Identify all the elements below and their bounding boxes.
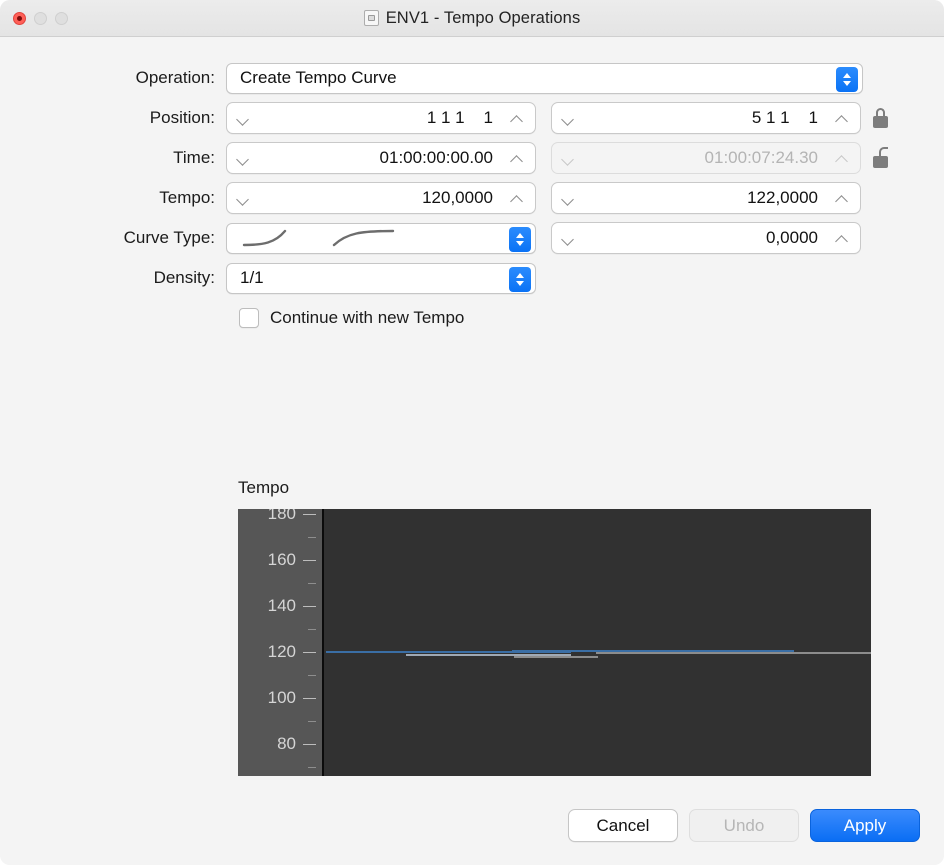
chevron-up-icon[interactable] (836, 232, 849, 245)
chevron-down-icon[interactable] (562, 112, 575, 125)
lock-closed-icon[interactable] (872, 107, 889, 129)
chevron-up-icon (836, 152, 849, 165)
continue-tempo-row: Continue with new Tempo (0, 298, 944, 338)
curve-type-label: Curve Type: (0, 228, 226, 248)
tempo-from-value: 120,0000 (250, 188, 511, 208)
ease-in-curve-icon (241, 227, 325, 249)
curve-amount-stepper[interactable]: 0,0000 (551, 222, 861, 254)
chevron-updown-icon[interactable] (509, 267, 531, 292)
chevron-down-icon[interactable] (562, 192, 575, 205)
minimize-button[interactable] (34, 12, 47, 25)
ease-out-curve-icon (331, 227, 415, 249)
operation-label: Operation: (0, 68, 226, 88)
tempo-graph[interactable]: 180 160 140 120 100 80 (238, 509, 871, 776)
position-to-value: 5 1 1 1 (575, 108, 836, 128)
time-label: Time: (0, 148, 226, 168)
operation-popup[interactable]: Create Tempo Curve (226, 63, 863, 94)
chevron-up-icon[interactable] (836, 112, 849, 125)
window-titlebar: ENV1 - Tempo Operations (0, 0, 944, 37)
density-popup[interactable]: 1/1 (226, 263, 536, 294)
tempo-reference-line (596, 652, 871, 654)
tempo-reference-line (514, 656, 598, 658)
position-to-stepper[interactable]: 5 1 1 1 (551, 102, 861, 134)
chevron-up-icon[interactable] (511, 152, 524, 165)
curve-type-row: Curve Type: (0, 218, 944, 258)
maximize-button[interactable] (55, 12, 68, 25)
dialog-buttons: Cancel Undo Apply (568, 809, 920, 842)
window-title: ENV1 - Tempo Operations (386, 9, 581, 28)
operation-value: Create Tempo Curve (240, 68, 397, 88)
chevron-up-icon[interactable] (511, 112, 524, 125)
position-from-stepper[interactable]: 1 1 1 1 (226, 102, 536, 134)
continue-tempo-label[interactable]: Continue with new Tempo (270, 308, 464, 328)
tick-label-120: 120 (268, 642, 296, 662)
tempo-label: Tempo: (0, 188, 226, 208)
document-icon (364, 10, 379, 26)
time-from-value: 01:00:00:00.00 (250, 148, 511, 168)
tempo-operations-window: ENV1 - Tempo Operations Operation: Creat… (0, 0, 944, 865)
tempo-graph-title: Tempo (238, 478, 871, 498)
time-row: Time: 01:00:00:00.00 01:00:07:24.30 (0, 138, 944, 178)
tick-label-180: 180 (268, 509, 296, 524)
chevron-down-icon[interactable] (237, 192, 250, 205)
density-label: Density: (0, 268, 226, 288)
operation-row: Operation: Create Tempo Curve (0, 58, 944, 98)
tempo-to-stepper[interactable]: 122,0000 (551, 182, 861, 214)
chevron-down-icon (562, 152, 575, 165)
lock-open-icon[interactable] (872, 147, 889, 169)
tick-label-100: 100 (268, 688, 296, 708)
traffic-lights (0, 12, 68, 25)
chevron-down-icon[interactable] (237, 152, 250, 165)
tempo-row: Tempo: 120,0000 122,0000 (0, 178, 944, 218)
density-value: 1/1 (240, 268, 264, 288)
chevron-up-icon[interactable] (836, 192, 849, 205)
chevron-updown-icon[interactable] (509, 227, 531, 252)
tempo-graph-section: Tempo 180 160 140 120 10 (238, 478, 871, 776)
continue-tempo-checkbox[interactable] (239, 308, 259, 328)
tick-label-80: 80 (277, 734, 296, 754)
chevron-updown-icon[interactable] (836, 67, 858, 92)
time-to-stepper: 01:00:07:24.30 (551, 142, 861, 174)
time-from-stepper[interactable]: 01:00:00:00.00 (226, 142, 536, 174)
curve-type-popup[interactable] (226, 223, 536, 254)
settings-form: Operation: Create Tempo Curve Position: … (0, 37, 944, 338)
apply-button[interactable]: Apply (810, 809, 920, 842)
tempo-axis-ruler: 180 160 140 120 100 80 (238, 509, 324, 776)
dialog-body: Operation: Create Tempo Curve Position: … (0, 37, 944, 865)
time-to-value: 01:00:07:24.30 (575, 148, 836, 168)
chevron-down-icon[interactable] (237, 112, 250, 125)
position-from-value: 1 1 1 1 (250, 108, 511, 128)
position-row: Position: 1 1 1 1 5 1 1 1 (0, 98, 944, 138)
undo-button: Undo (689, 809, 799, 842)
close-button[interactable] (13, 12, 26, 25)
tick-label-160: 160 (268, 550, 296, 570)
tempo-from-stepper[interactable]: 120,0000 (226, 182, 536, 214)
tempo-plot-area[interactable] (326, 509, 871, 776)
cancel-button[interactable]: Cancel (568, 809, 678, 842)
curve-amount-value: 0,0000 (575, 228, 836, 248)
chevron-down-icon[interactable] (562, 232, 575, 245)
position-label: Position: (0, 108, 226, 128)
tick-label-140: 140 (268, 596, 296, 616)
curve-shape-icon (240, 227, 415, 249)
window-title-group: ENV1 - Tempo Operations (0, 0, 944, 36)
density-row: Density: 1/1 (0, 258, 944, 298)
chevron-up-icon[interactable] (511, 192, 524, 205)
tempo-to-value: 122,0000 (575, 188, 836, 208)
